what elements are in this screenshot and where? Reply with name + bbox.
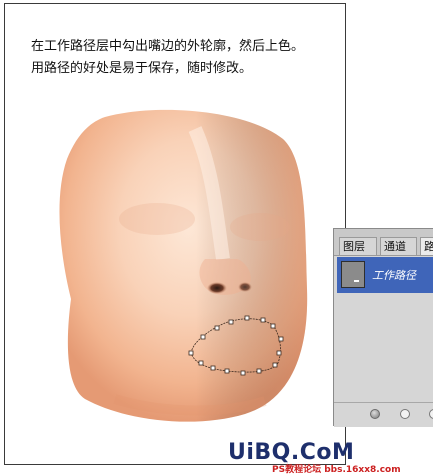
load-selection-button[interactable]	[429, 409, 433, 419]
panel-tab-bar: 图层 通道 路	[334, 229, 433, 256]
stroke-path-button[interactable]	[400, 409, 410, 419]
fill-path-button[interactable]	[370, 409, 380, 419]
path-thumbnail	[341, 261, 365, 288]
path-list-item-work-path[interactable]: 工作路径	[337, 257, 433, 293]
instruction-line-2: 用路径的好处是易于保存，随时修改。	[31, 61, 253, 76]
eye-shadow-left	[119, 203, 195, 235]
panel-footer	[334, 402, 433, 427]
watermark-subtext: PS教程论坛 bbs.16xx8.com	[272, 465, 401, 475]
eye-shadow-right	[230, 213, 290, 241]
path-thumbnail-mark	[354, 280, 359, 282]
nostril-right	[238, 282, 252, 292]
nostril-left	[207, 282, 227, 294]
tab-paths[interactable]: 路	[420, 237, 433, 255]
instruction-line-1: 在工作路径层中勾出嘴边的外轮廓，然后上色。	[31, 39, 305, 54]
face-shading	[59, 109, 308, 422]
tab-layers[interactable]: 图层	[339, 237, 377, 255]
tab-channels[interactable]: 通道	[380, 237, 417, 255]
face-artwork	[59, 109, 308, 422]
document-canvas: 在工作路径层中勾出嘴边的外轮廓，然后上色。 用路径的好处是易于保存，随时修改。	[4, 3, 346, 465]
instruction-text: 在工作路径层中勾出嘴边的外轮廓，然后上色。 用路径的好处是易于保存，随时修改。	[31, 36, 349, 80]
paths-panel: 图层 通道 路 工作路径	[333, 228, 433, 427]
path-name-label: 工作路径	[372, 269, 416, 282]
